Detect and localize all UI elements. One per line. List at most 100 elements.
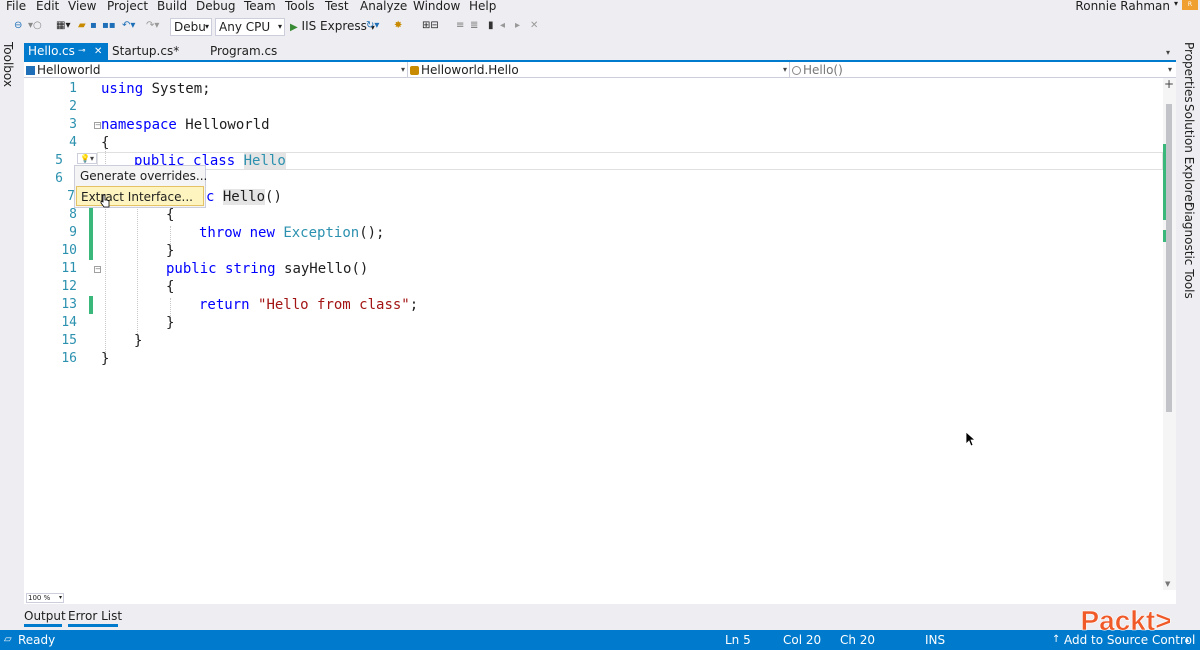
tab-output[interactable]: Output xyxy=(24,609,66,627)
chevron-up-icon[interactable]: ▴ xyxy=(1185,630,1189,650)
back-icon[interactable]: ⊖ xyxy=(14,20,22,32)
menu-window[interactable]: Window xyxy=(413,0,460,16)
project-dropdown[interactable]: Helloworld ▾ xyxy=(26,62,408,78)
generate-overrides-item[interactable]: Generate overrides... xyxy=(76,166,207,186)
quick-actions-button[interactable]: 💡▾ xyxy=(77,153,97,164)
tab-list-dropdown-icon[interactable]: ▾ xyxy=(1166,48,1170,57)
close-icon[interactable]: ✕ xyxy=(94,43,102,60)
menu-test[interactable]: Test xyxy=(325,0,349,16)
line-number: 10 xyxy=(61,243,77,258)
run-target-label: IIS Express xyxy=(301,19,367,33)
code-line-8[interactable]: { xyxy=(166,206,174,224)
code-line-3[interactable]: namespace Helloworld xyxy=(101,116,270,134)
member-dropdown[interactable]: Hello() ▾ xyxy=(792,62,1174,78)
menu-view[interactable]: View xyxy=(68,0,96,16)
chevron-down-icon: ▾ xyxy=(1167,65,1172,74)
member-name: Hello() xyxy=(803,63,843,77)
arrow-up-icon[interactable]: ↑ xyxy=(1052,630,1060,650)
new-project-icon[interactable]: ▦▾ xyxy=(56,20,70,32)
code-line-7[interactable]: c Hello() xyxy=(206,188,282,206)
tab-hello-cs[interactable]: Hello.cs ⊸ ✕ xyxy=(24,43,108,60)
menu-analyze[interactable]: Analyze xyxy=(360,0,407,16)
undo-icon[interactable]: ↶▾ xyxy=(122,20,135,32)
quick-actions-menu: Generate overrides... Extract Interface.… xyxy=(74,165,207,208)
code-line-15[interactable]: } xyxy=(134,332,142,350)
bookmark-clear-icon[interactable]: ✕ xyxy=(530,20,538,32)
code-line-14[interactable]: } xyxy=(166,314,174,332)
code-line-11[interactable]: public string sayHello() xyxy=(166,260,368,278)
browser-link-icon[interactable]: ✸ xyxy=(394,20,402,32)
menu-debug[interactable]: Debug xyxy=(196,0,235,16)
zoom-select[interactable]: 100 % ▾ xyxy=(26,593,64,603)
scroll-down-icon[interactable]: ▼ xyxy=(1165,580,1170,588)
scrollbar-thumb[interactable] xyxy=(1166,104,1172,412)
code-text: { xyxy=(166,207,175,223)
line-number: 8 xyxy=(69,207,77,222)
menu-edit[interactable]: Edit xyxy=(36,0,59,16)
code-line-13[interactable]: return "Hello from class"; xyxy=(199,296,418,314)
tab-label: Program.cs xyxy=(210,44,278,58)
bookmark-icon[interactable]: ▮ xyxy=(488,20,494,32)
bookmark-prev-icon[interactable]: ◂ xyxy=(500,20,505,32)
code-line-1[interactable]: using System; xyxy=(101,80,211,98)
line-number: 9 xyxy=(69,225,77,240)
menu-tools[interactable]: Tools xyxy=(285,0,315,16)
line-number: 7 xyxy=(67,189,75,204)
packt-logo: Packt> xyxy=(1080,605,1172,637)
code-text: System; xyxy=(143,81,211,97)
line-number: 14 xyxy=(61,315,77,330)
bottom-panel-tabs xyxy=(24,604,1176,630)
save-all-icon[interactable]: ▪▪ xyxy=(102,20,116,32)
solution-view-icon[interactable]: ⊞⊟ xyxy=(422,20,439,32)
constructor-token: Hello xyxy=(222,189,266,205)
code-text: Helloworld xyxy=(176,117,270,133)
menu-help[interactable]: Help xyxy=(469,0,496,16)
type-dropdown[interactable]: Helloworld.Hello ▾ xyxy=(410,62,790,78)
run-button[interactable]: ▶ IIS Express ▾ xyxy=(290,18,375,36)
configuration-select[interactable]: Debu ▾ xyxy=(170,18,212,36)
menu-project[interactable]: Project xyxy=(107,0,148,16)
code-line-4[interactable]: { xyxy=(101,134,109,152)
pin-icon[interactable]: ⊸ xyxy=(78,43,86,60)
extract-interface-item[interactable]: Extract Interface... xyxy=(76,186,204,206)
split-window-icon[interactable]: + xyxy=(1163,78,1175,91)
platform-select[interactable]: Any CPU ▾ xyxy=(215,18,285,36)
menu-build[interactable]: Build xyxy=(157,0,187,16)
bookmark-next-icon[interactable]: ▸ xyxy=(515,20,520,32)
menu-team[interactable]: Team xyxy=(244,0,276,16)
properties-tab[interactable]: Properties xyxy=(1182,42,1196,103)
code-text: () xyxy=(265,189,282,205)
zoom-value: 100 % xyxy=(28,594,51,602)
tab-error-list[interactable]: Error List xyxy=(68,609,122,627)
menu-file[interactable]: File xyxy=(6,0,26,16)
lightbulb-icon: 💡 xyxy=(80,154,90,163)
code-text: ; xyxy=(409,297,419,313)
status-bar: ▱ Ready Ln 5 Col 20 Ch 20 INS ↑ Add to S… xyxy=(0,630,1200,650)
tab-startup-cs[interactable]: Startup.cs* xyxy=(108,43,179,60)
collapse-icon[interactable]: − xyxy=(94,266,101,273)
change-marker xyxy=(1163,144,1166,220)
collapse-icon[interactable]: − xyxy=(94,122,101,129)
refresh-icon[interactable]: ↻▾ xyxy=(366,20,379,32)
code-line-12[interactable]: { xyxy=(166,278,174,296)
redo-icon[interactable]: ↷▾ xyxy=(146,20,159,32)
status-ready: Ready xyxy=(18,633,56,647)
menu-bar: File Edit View Project Build Debug Team … xyxy=(0,0,1200,16)
code-line-9[interactable]: throw new Exception(); xyxy=(199,224,384,242)
diagnostic-tools-tab[interactable]: Diagnostic Tools xyxy=(1182,202,1196,299)
user-avatar-icon[interactable]: R xyxy=(1182,0,1198,10)
uncomment-icon[interactable]: ≣ xyxy=(470,20,478,32)
chevron-down-icon[interactable]: ▾ xyxy=(1174,0,1178,8)
forward-icon[interactable]: ▾○ xyxy=(28,20,42,32)
code-line-10[interactable]: } xyxy=(166,242,174,260)
platform-value: Any CPU xyxy=(219,20,271,34)
save-icon[interactable]: ▪ xyxy=(90,20,97,32)
code-line-16[interactable]: } xyxy=(101,350,109,368)
comment-icon[interactable]: ≡ xyxy=(456,20,464,32)
solution-explorer-tab[interactable]: Solution Explorer xyxy=(1182,104,1196,207)
tab-program-cs[interactable]: Program.cs xyxy=(206,43,277,60)
open-folder-icon[interactable]: ▰ xyxy=(78,20,86,32)
user-name[interactable]: Ronnie Rahman xyxy=(1075,0,1170,13)
toolbox-tab[interactable]: Toolbox xyxy=(1,42,15,87)
status-insert-mode: INS xyxy=(925,633,946,647)
